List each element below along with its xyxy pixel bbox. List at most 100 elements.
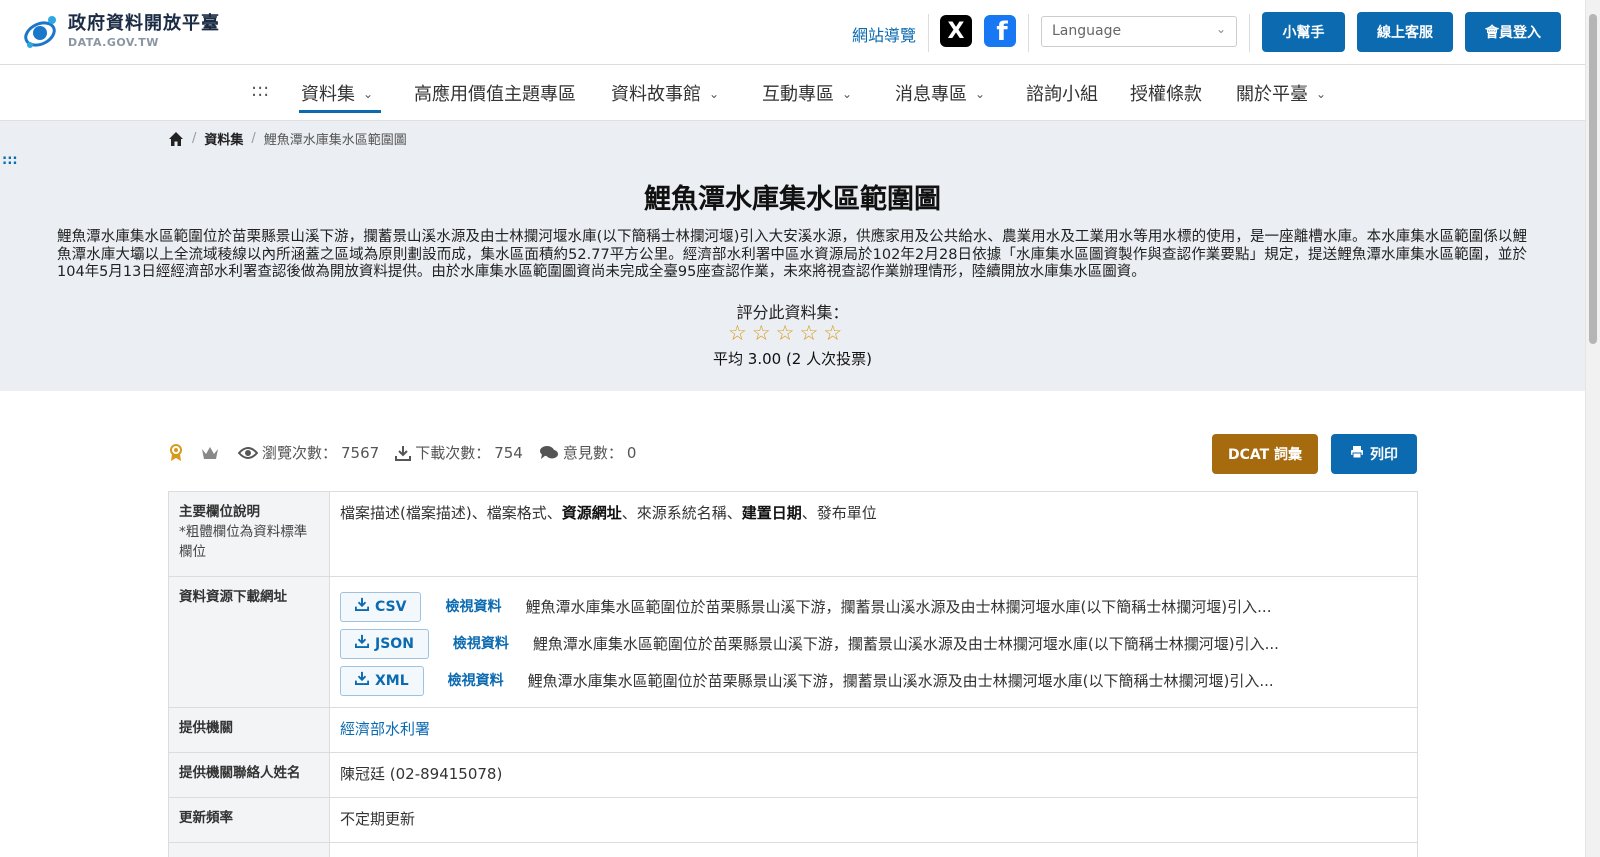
print-label: 列印 — [1370, 447, 1398, 463]
table-row: 資料資源下載網址 CSV 檢視資料 鯉魚潭水庫集水區範圍位於苗栗縣景山溪下游，攔… — [169, 577, 1417, 708]
logo-title: 政府資料開放平臺 — [68, 12, 220, 34]
nav-active-indicator — [299, 110, 381, 113]
view-data-link[interactable]: 檢視資料 — [448, 670, 504, 692]
row-header — [169, 843, 330, 857]
home-icon[interactable] — [168, 131, 184, 147]
facebook-icon[interactable]: f — [984, 15, 1016, 47]
award-icon — [168, 443, 184, 462]
table-row: 主要欄位說明 *粗體欄位為資料標準欄位 檔案描述(檔案描述)、檔案格式、資源網址… — [169, 492, 1417, 577]
resource-item: CSV 檢視資料 鯉魚潭水庫集水區範圍位於苗栗縣景山溪下游，攔蓄景山溪水源及由士… — [340, 588, 1407, 625]
provider-link[interactable]: 經濟部水利署 — [340, 720, 430, 738]
language-select-value: Language — [1052, 23, 1122, 39]
login-button[interactable]: 會員登入 — [1465, 12, 1561, 52]
star-icon[interactable]: ☆ — [728, 321, 747, 345]
star-icon[interactable]: ☆ — [799, 321, 818, 345]
breadcrumb-separator: / — [251, 131, 256, 146]
field-part: 檔案描述(檔案描述) — [340, 504, 472, 522]
download-csv-button[interactable]: CSV — [340, 591, 422, 622]
row-value — [330, 843, 1417, 857]
chevron-down-icon: ⌄ — [1215, 22, 1226, 36]
comments-label: 意見數： — [562, 444, 623, 462]
row-header: 提供機關 — [169, 708, 330, 752]
nav-news[interactable]: 消息專區 ⌄ — [895, 80, 985, 106]
download-xml-button[interactable]: XML — [340, 665, 424, 696]
site-logo[interactable]: 政府資料開放平臺 DATA.GOV.TW — [22, 12, 220, 50]
rating-average: 平均 3.00 (2 人次投票) — [713, 350, 872, 368]
resource-description: 鯉魚潭水庫集水區範圍位於苗栗縣景山溪下游，攔蓄景山溪水源及由士林攔河堰水庫(以下… — [525, 597, 1272, 616]
scrollbar-thumb[interactable] — [1589, 14, 1597, 344]
field-part: 、檔案格式、 — [471, 504, 562, 522]
field-part-bold: 建置日期 — [741, 504, 802, 522]
download-icon — [354, 670, 370, 692]
nav-label: 授權條款 — [1130, 84, 1202, 105]
chevron-down-icon: ⌄ — [1316, 87, 1327, 101]
format-label: JSON — [375, 635, 414, 652]
nav-label: 資料集 — [301, 84, 355, 105]
format-label: XML — [375, 672, 409, 689]
download-json-button[interactable]: JSON — [340, 628, 429, 659]
divider — [928, 14, 929, 52]
nav-about[interactable]: 關於平臺 ⌄ — [1236, 80, 1326, 106]
nav-advisory[interactable]: 諮詢小組 — [1026, 80, 1098, 106]
page-scrollbar[interactable] — [1585, 0, 1600, 857]
downloads-count: 754 — [494, 443, 523, 462]
contact-value: 陳冠廷 (02-89415078) — [340, 765, 503, 783]
content-accesskey[interactable]: ::: — [2, 153, 18, 168]
sitemap-link[interactable]: 網站導覽 — [852, 22, 916, 46]
downloads-label: 下載次數： — [415, 444, 491, 462]
dataset-description: 鯉魚潭水庫集水區範圍位於苗栗縣景山溪下游，攔蓄景山溪水源及由士林攔河堰水庫(以下… — [57, 229, 1527, 280]
view-data-link[interactable]: 檢視資料 — [445, 596, 501, 618]
table-row — [169, 843, 1417, 857]
nav-label: 諮詢小組 — [1026, 84, 1098, 105]
rating-label: 評分此資料集： — [736, 303, 849, 322]
language-select[interactable]: Language ⌄ — [1041, 16, 1237, 47]
fields-value: 檔案描述(檔案描述)、檔案格式、資源網址、來源系統名稱、建置日期、發布單位 — [330, 492, 1417, 576]
table-row: 更新頻率 不定期更新 — [169, 798, 1417, 843]
breadcrumb-separator: / — [192, 131, 197, 146]
support-button[interactable]: 線上客服 — [1357, 12, 1453, 52]
row-header: 主要欄位說明 *粗體欄位為資料標準欄位 — [169, 492, 330, 576]
row-header: 更新頻率 — [169, 798, 330, 842]
chevron-down-icon: ⌄ — [975, 87, 986, 101]
row-header: 提供機關聯絡人姓名 — [169, 753, 330, 797]
star-icon[interactable]: ☆ — [823, 321, 842, 345]
rating-stars[interactable]: ☆ ☆ ☆ ☆ ☆ — [728, 321, 842, 345]
logo-icon — [22, 12, 62, 50]
nav-interactive[interactable]: 互動專區 ⌄ — [762, 80, 852, 106]
star-icon[interactable]: ☆ — [776, 321, 795, 345]
frequency-value: 不定期更新 — [340, 810, 416, 828]
nav-datasets[interactable]: 資料集 ⌄ — [301, 80, 373, 106]
row-header: 資料資源下載網址 — [169, 577, 330, 707]
resource-item: JSON 檢視資料 鯉魚潭水庫集水區範圍位於苗栗縣景山溪下游，攔蓄景山溪水源及由… — [340, 625, 1407, 662]
x-twitter-icon[interactable]: X — [940, 15, 972, 47]
download-icon — [354, 596, 370, 618]
helper-button[interactable]: 小幫手 — [1262, 12, 1345, 52]
nav-label: 互動專區 — [762, 84, 834, 105]
nav-label: 資料故事館 — [611, 84, 701, 105]
dcat-button[interactable]: DCAT 詞彙 — [1212, 434, 1318, 474]
field-part-bold: 資源網址 — [561, 504, 622, 522]
nav-accesskey[interactable]: ::: — [251, 80, 269, 101]
nav-license[interactable]: 授權條款 — [1130, 80, 1202, 106]
logo-subtitle: DATA.GOV.TW — [68, 35, 159, 49]
view-data-link[interactable]: 檢視資料 — [453, 633, 509, 655]
table-row: 提供機關聯絡人姓名 陳冠廷 (02-89415078) — [169, 753, 1417, 798]
views-label: 瀏覽次數： — [262, 444, 338, 462]
star-icon[interactable]: ☆ — [752, 321, 771, 345]
resources-value: CSV 檢視資料 鯉魚潭水庫集水區範圍位於苗栗縣景山溪下游，攔蓄景山溪水源及由士… — [330, 577, 1417, 707]
nav-data-stories[interactable]: 資料故事館 ⌄ — [611, 80, 719, 106]
eye-icon — [238, 446, 258, 460]
dataset-info-table: 主要欄位說明 *粗體欄位為資料標準欄位 檔案描述(檔案描述)、檔案格式、資源網址… — [168, 491, 1418, 857]
site-header: 政府資料開放平臺 DATA.GOV.TW 網站導覽 X f Language ⌄… — [0, 0, 1585, 65]
resource-item: XML 檢視資料 鯉魚潭水庫集水區範圍位於苗栗縣景山溪下游，攔蓄景山溪水源及由士… — [340, 662, 1407, 699]
breadcrumb-datasets[interactable]: 資料集 — [204, 129, 243, 148]
nav-high-value[interactable]: 高應用價值主題專區 — [414, 80, 576, 106]
fields-label: 主要欄位說明 — [179, 504, 260, 520]
divider — [1028, 14, 1029, 52]
field-part: 、發布單位 — [801, 504, 877, 522]
dataset-hero: / 資料集 / 鯉魚潭水庫集水區範圍圖 ::: 鯉魚潭水庫集水區範圍圖 鯉魚潭水… — [0, 121, 1585, 391]
chevron-down-icon: ⌄ — [363, 87, 374, 101]
nav-label: 消息專區 — [895, 84, 967, 105]
table-row: 提供機關 經濟部水利署 — [169, 708, 1417, 753]
print-button[interactable]: 列印 — [1331, 434, 1417, 474]
